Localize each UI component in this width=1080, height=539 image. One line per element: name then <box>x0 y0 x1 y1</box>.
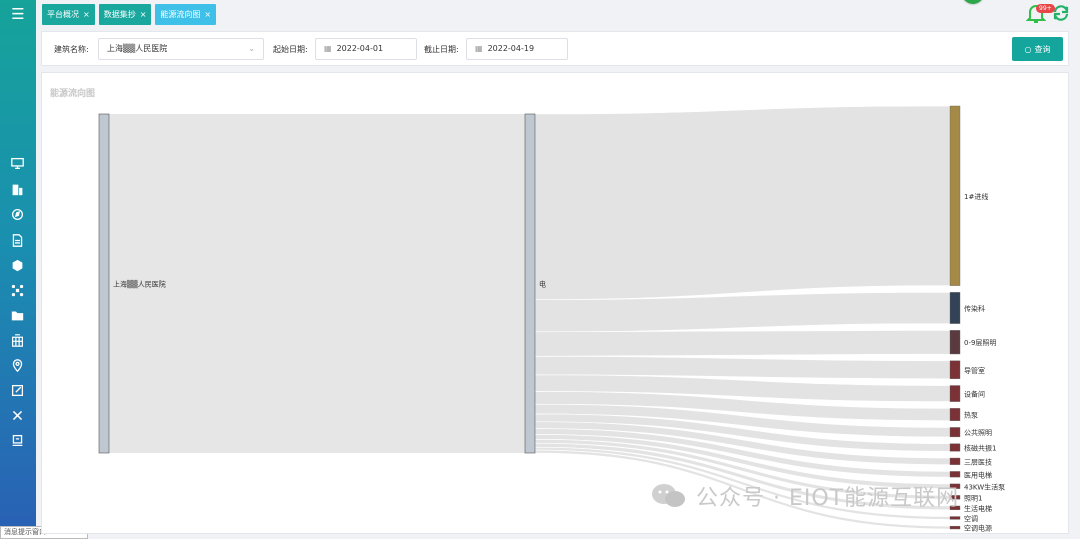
menu-toggle-icon[interactable]: ☰ <box>8 4 28 24</box>
node-label-source: 上海▒▒人民医院 <box>113 280 166 289</box>
sankey-chart: 1#进线传染科 0-9层照明导管室设备间热泵公共照明核磁共振1 三层医技医用电梯 43… <box>98 105 1005 533</box>
node-label: 照明1 <box>964 494 982 502</box>
tab-data-collection[interactable]: 数据集抄 × <box>98 4 152 25</box>
close-icon[interactable]: × <box>204 4 211 25</box>
node-label: 三层医技 <box>964 457 992 466</box>
device-icon[interactable] <box>9 432 25 448</box>
node-target <box>949 516 961 520</box>
close-icon[interactable]: × <box>83 4 90 25</box>
edit-icon[interactable] <box>9 382 25 398</box>
node-target <box>949 408 961 421</box>
node-label: 公共照明 <box>964 428 992 437</box>
folder-icon[interactable] <box>9 307 25 323</box>
top-right-tools: 99+ <box>1025 2 1070 24</box>
network-icon[interactable] <box>9 282 25 298</box>
node-label: 1#进线 <box>964 192 988 201</box>
node-target <box>949 427 961 438</box>
node-label: 医用电梯 <box>964 470 992 479</box>
location-pin-icon[interactable] <box>9 357 25 373</box>
start-date-label: 起始日期: <box>273 45 308 54</box>
node-label: 热泵 <box>964 411 978 420</box>
node-label-middle: 电 <box>539 280 546 289</box>
node-target <box>949 471 961 478</box>
chevron-down-icon: ⌄ <box>248 44 255 53</box>
node-target <box>949 443 961 452</box>
status-indicator <box>962 0 984 4</box>
query-label: 查询 <box>1034 44 1051 54</box>
tools-icon[interactable] <box>9 407 25 423</box>
query-button[interactable]: ○ 查询 <box>1012 37 1063 61</box>
compass-icon[interactable] <box>9 206 25 222</box>
link-source-middle <box>109 114 525 453</box>
end-date-label: 截止日期: <box>424 45 459 54</box>
link-0 <box>534 105 951 300</box>
energy-flow-panel: 能源流向图 1#进线 传染科 0-9层照明 导管室 设备间 热泵 公共照明 核磁共振1 三层医技… <box>41 72 1069 534</box>
node-label: 传染科 <box>964 304 985 313</box>
node-label: 设备间 <box>964 390 985 399</box>
node-target <box>949 525 961 530</box>
bell-icon[interactable]: 99+ <box>1025 2 1055 24</box>
search-icon: ○ <box>1024 44 1032 54</box>
notification-badge: 99+ <box>1036 4 1055 13</box>
wechat-icon <box>652 484 685 507</box>
calendar-icon: ▦ <box>475 44 483 53</box>
link-2 <box>534 330 951 357</box>
grid-building-icon[interactable] <box>9 332 25 348</box>
start-date-input[interactable]: ▦ 2022-04-01 <box>315 38 417 60</box>
tab-bar: 平台概况 × 数据集抄 × 能源流向图 × <box>42 4 217 25</box>
node-middle <box>524 113 536 454</box>
sidebar: ☰ <box>0 0 36 539</box>
refresh-icon[interactable] <box>1052 4 1070 22</box>
document-icon[interactable] <box>9 232 25 248</box>
node-label: 空调 <box>964 514 978 523</box>
monitor-icon[interactable] <box>9 155 25 171</box>
node-target <box>949 360 961 379</box>
watermark: 公众号 · EIOT能源互联网 <box>650 480 959 512</box>
building-select[interactable]: 上海▒▒人民医院 ⌄ <box>98 38 264 60</box>
tab-label: 能源流向图 <box>160 10 201 19</box>
filter-bar: 建筑名称: 上海▒▒人民医院 ⌄ 起始日期: ▦ 2022-04-01 截止日期:… <box>41 31 1069 66</box>
building-value: 上海▒▒人民医院 <box>107 44 168 53</box>
node-target <box>949 330 961 355</box>
node-label: 43KW生活泵 <box>964 482 1005 491</box>
tab-energy-flow[interactable]: 能源流向图 × <box>155 4 217 25</box>
building-icon[interactable] <box>9 181 25 197</box>
node-label: 生活电梯 <box>964 504 992 513</box>
node-label: 导管室 <box>964 366 985 375</box>
end-date-value: 2022-04-19 <box>487 44 535 53</box>
calendar-icon: ▦ <box>324 44 332 53</box>
tab-platform-overview[interactable]: 平台概况 × <box>42 4 95 25</box>
node-target <box>949 457 961 465</box>
tab-label: 平台概况 <box>47 10 79 19</box>
building-label: 建筑名称: <box>54 45 89 54</box>
node-target <box>949 385 961 402</box>
cube-icon[interactable] <box>9 257 25 273</box>
end-date-input[interactable]: ▦ 2022-04-19 <box>466 38 568 60</box>
close-icon[interactable]: × <box>140 4 147 25</box>
watermark-text: 公众号 · EIOT能源互联网 <box>696 486 960 511</box>
node-target <box>949 292 961 324</box>
node-label: 核磁共振1 <box>964 443 996 452</box>
node-label: 0-9层照明 <box>964 339 996 347</box>
tab-label: 数据集抄 <box>103 10 136 19</box>
start-date-value: 2022-04-01 <box>336 44 384 53</box>
node-target <box>949 105 961 286</box>
node-source <box>98 113 110 454</box>
node-label: 空调电源 <box>964 524 992 533</box>
